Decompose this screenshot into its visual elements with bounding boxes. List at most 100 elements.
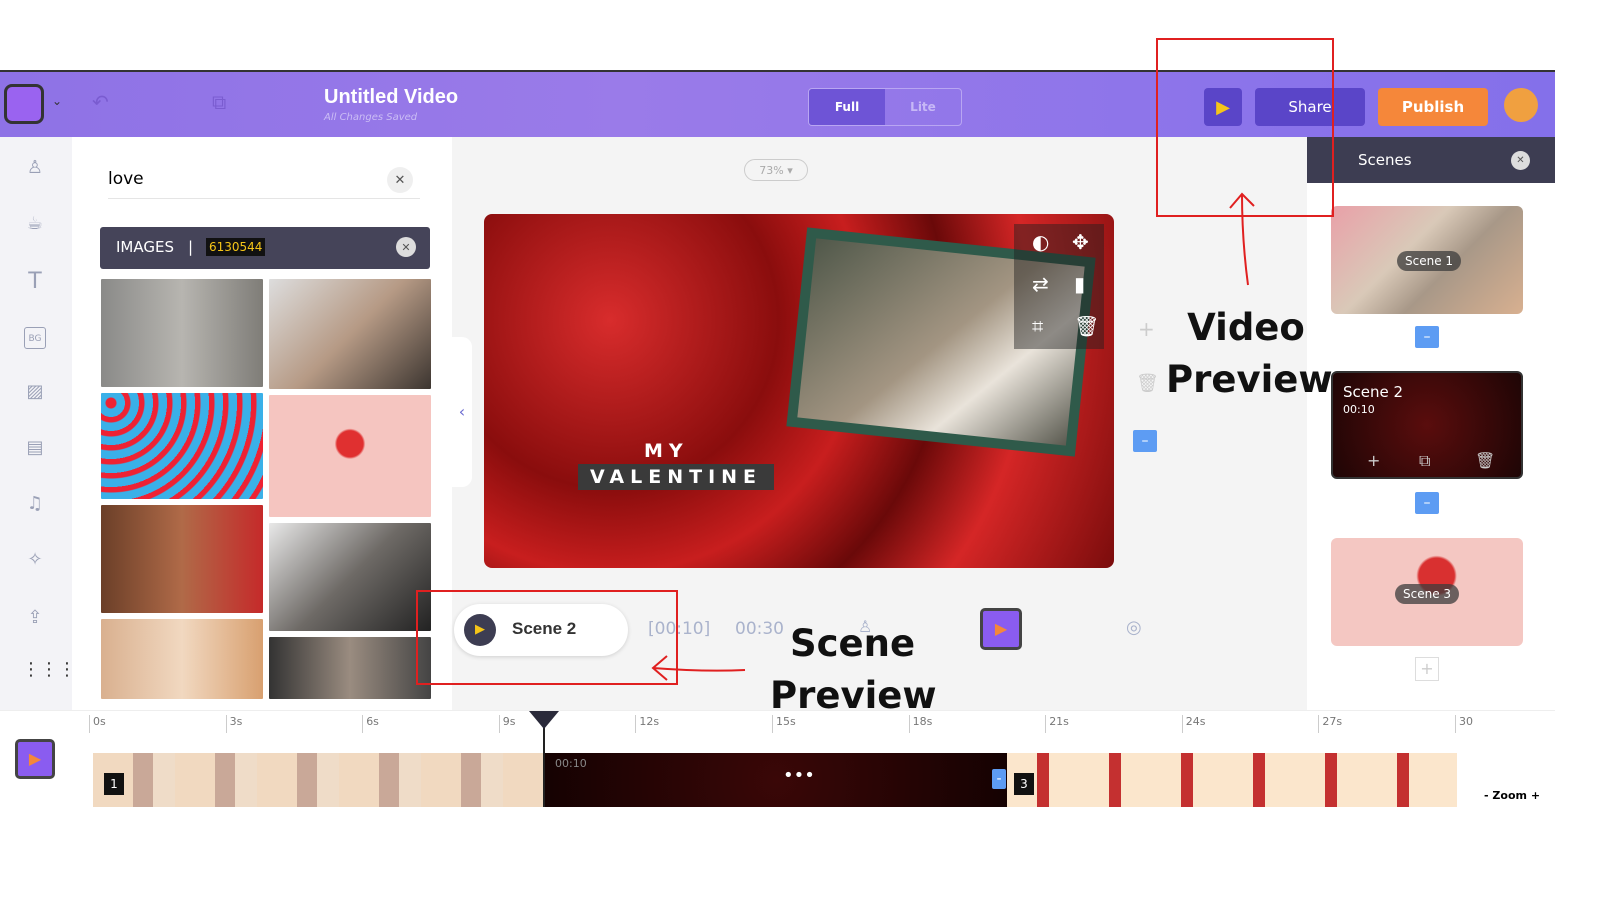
close-filter-button[interactable]: ✕ bbox=[396, 237, 416, 257]
time-tick: 30 bbox=[1455, 715, 1473, 733]
annotation-arrow bbox=[1229, 192, 1255, 286]
images-label: IMAGES bbox=[116, 238, 174, 256]
scenes-title: Scenes bbox=[1358, 151, 1412, 169]
scene-label: Scene 2 bbox=[1343, 383, 1404, 401]
search-input[interactable]: love bbox=[108, 165, 420, 199]
timeline-scene-3[interactable] bbox=[1007, 753, 1457, 807]
time-tick: 9s bbox=[498, 715, 516, 733]
time-tick: 6s bbox=[362, 715, 379, 733]
image-result[interactable] bbox=[269, 395, 431, 517]
save-status: All Changes Saved bbox=[324, 112, 418, 123]
props-icon[interactable]: ☕ bbox=[22, 213, 48, 239]
more-options-icon[interactable]: ••• bbox=[783, 765, 815, 786]
mode-lite[interactable]: Lite bbox=[885, 89, 961, 125]
video-stage[interactable]: ◐ ✥ ⇄ ▮ ⌗ 🗑 MY VALENTINE bbox=[484, 214, 1114, 568]
collapse-button[interactable]: – bbox=[1415, 326, 1439, 348]
search-value: love bbox=[108, 169, 144, 189]
zoom-out-button[interactable]: - bbox=[1484, 789, 1489, 802]
timeline: 0s 3s 6s 9s 12s 15s 18s 21s 24s 27s 30 ▶ 00:10 •••… bbox=[0, 710, 1555, 810]
scene-number: 3 bbox=[1014, 773, 1034, 795]
delete-icon[interactable]: 🗑 bbox=[1074, 314, 1099, 338]
user-avatar[interactable] bbox=[1504, 88, 1538, 122]
add-icon[interactable]: + bbox=[1367, 451, 1380, 470]
clear-search-button[interactable]: ✕ bbox=[387, 167, 413, 193]
color-contrast-icon[interactable]: ◐ bbox=[1032, 230, 1049, 254]
scene-number: 1 bbox=[104, 773, 124, 795]
scene-card-1[interactable]: Scene 1 bbox=[1331, 206, 1523, 314]
collapse-button[interactable]: – bbox=[1133, 430, 1157, 452]
layer-icon[interactable]: ▮ bbox=[1074, 272, 1085, 296]
trash-icon[interactable]: 🗑 bbox=[1475, 451, 1495, 470]
upload-icon[interactable]: ⇪ bbox=[22, 607, 48, 633]
image-result[interactable] bbox=[101, 393, 263, 499]
scene-time: 00:10 bbox=[555, 757, 587, 770]
duplicate-icon[interactable]: ⧉ bbox=[212, 90, 226, 114]
mode-full[interactable]: Full bbox=[809, 89, 885, 125]
video-title[interactable]: Untitled Video bbox=[324, 86, 458, 109]
chevron-down-icon[interactable]: ⌄ bbox=[52, 94, 62, 108]
time-tick: 24s bbox=[1181, 715, 1206, 733]
playhead[interactable] bbox=[543, 721, 545, 807]
music-icon[interactable]: ♫ bbox=[22, 493, 48, 519]
scene-label: Scene 3 bbox=[1395, 584, 1460, 604]
timeline-scene-2[interactable]: 00:10 ••• bbox=[545, 753, 1007, 807]
time-tick: 0s bbox=[89, 715, 106, 733]
annotation-box-scene-preview bbox=[416, 590, 678, 685]
move-icon[interactable]: ✥ bbox=[1072, 230, 1089, 254]
time-tick: 27s bbox=[1318, 715, 1342, 733]
left-toolbar: ♙ ☕ T BG ▨ ▤ ♫ ✧ ⇪ ⋮⋮⋮ bbox=[0, 137, 76, 710]
annotation-video-preview: Video Preview bbox=[1166, 306, 1333, 401]
images-filter-bar: IMAGES | 6130544 ✕ bbox=[100, 227, 430, 269]
results-count: 6130544 bbox=[206, 238, 266, 256]
scene-card-3[interactable]: Scene 3 bbox=[1331, 538, 1523, 646]
stage-text-valentine[interactable]: VALENTINE bbox=[578, 464, 775, 490]
playhead-handle[interactable] bbox=[529, 711, 559, 729]
annotation-scene-preview: Scene Preview bbox=[770, 622, 937, 717]
image-result[interactable] bbox=[269, 523, 431, 631]
video-track-icon[interactable]: ▶ bbox=[15, 739, 55, 779]
video-icon[interactable]: ▤ bbox=[22, 437, 48, 463]
time-tick: 3s bbox=[225, 715, 242, 733]
duplicate-icon[interactable]: ⧉ bbox=[1419, 451, 1430, 471]
scene-duration: 00:10 bbox=[1343, 403, 1375, 416]
scene-card-2[interactable]: Scene 2 00:10 + ⧉ 🗑 bbox=[1331, 371, 1523, 479]
character-icon[interactable]: ♙ bbox=[22, 157, 48, 183]
image-result[interactable] bbox=[269, 279, 431, 389]
publish-button[interactable]: Publish bbox=[1378, 88, 1488, 126]
collapse-button[interactable]: – bbox=[1415, 492, 1439, 514]
image-result[interactable] bbox=[101, 505, 263, 613]
stage-text-my[interactable]: MY bbox=[644, 440, 689, 462]
app-logo[interactable] bbox=[4, 84, 44, 124]
close-scenes-button[interactable]: ✕ bbox=[1511, 151, 1530, 170]
undo-icon[interactable]: ↶ bbox=[92, 90, 109, 114]
zoom-label: Zoom bbox=[1492, 789, 1527, 802]
add-icon[interactable]: + bbox=[1138, 317, 1155, 341]
time-tick: 21s bbox=[1045, 715, 1069, 733]
image-icon[interactable]: ▨ bbox=[22, 381, 48, 407]
video-preview-icon[interactable]: ▶ bbox=[980, 608, 1022, 650]
separator: | bbox=[188, 238, 194, 256]
timeline-scene-1[interactable] bbox=[93, 753, 545, 807]
image-result[interactable] bbox=[101, 619, 263, 699]
add-scene-button[interactable]: + bbox=[1415, 657, 1439, 681]
time-tick: 12s bbox=[635, 715, 659, 733]
zoom-in-button[interactable]: + bbox=[1531, 789, 1540, 802]
scene-resize-handle[interactable]: - bbox=[992, 769, 1006, 789]
zoom-select[interactable]: 73% ▾ bbox=[744, 159, 808, 181]
image-result[interactable] bbox=[269, 637, 431, 699]
text-icon[interactable]: T bbox=[22, 269, 48, 295]
background-icon[interactable]: BG bbox=[24, 327, 46, 349]
crop-icon[interactable]: ⌗ bbox=[1032, 314, 1043, 338]
image-result[interactable] bbox=[101, 279, 263, 387]
effects-icon[interactable]: ✧ bbox=[22, 549, 48, 575]
trash-icon[interactable]: 🗑 bbox=[1136, 373, 1159, 394]
mode-toggle: Full Lite bbox=[808, 88, 962, 126]
annotation-arrow bbox=[651, 655, 746, 681]
zoom-value: 73% bbox=[759, 163, 784, 177]
more-grid-icon[interactable]: ⋮⋮⋮ bbox=[22, 659, 76, 685]
screenshot-icon[interactable]: ◎ bbox=[1126, 617, 1142, 638]
swap-icon[interactable]: ⇄ bbox=[1032, 272, 1049, 296]
library-panel: love ✕ IMAGES | 6130544 ✕ bbox=[72, 137, 452, 710]
scenes-panel: Scenes ✕ Scene 1 – Scene 2 00:10 + ⧉ 🗑 –… bbox=[1307, 137, 1555, 710]
collapse-panel-chevron-icon[interactable]: ‹ bbox=[452, 337, 472, 487]
